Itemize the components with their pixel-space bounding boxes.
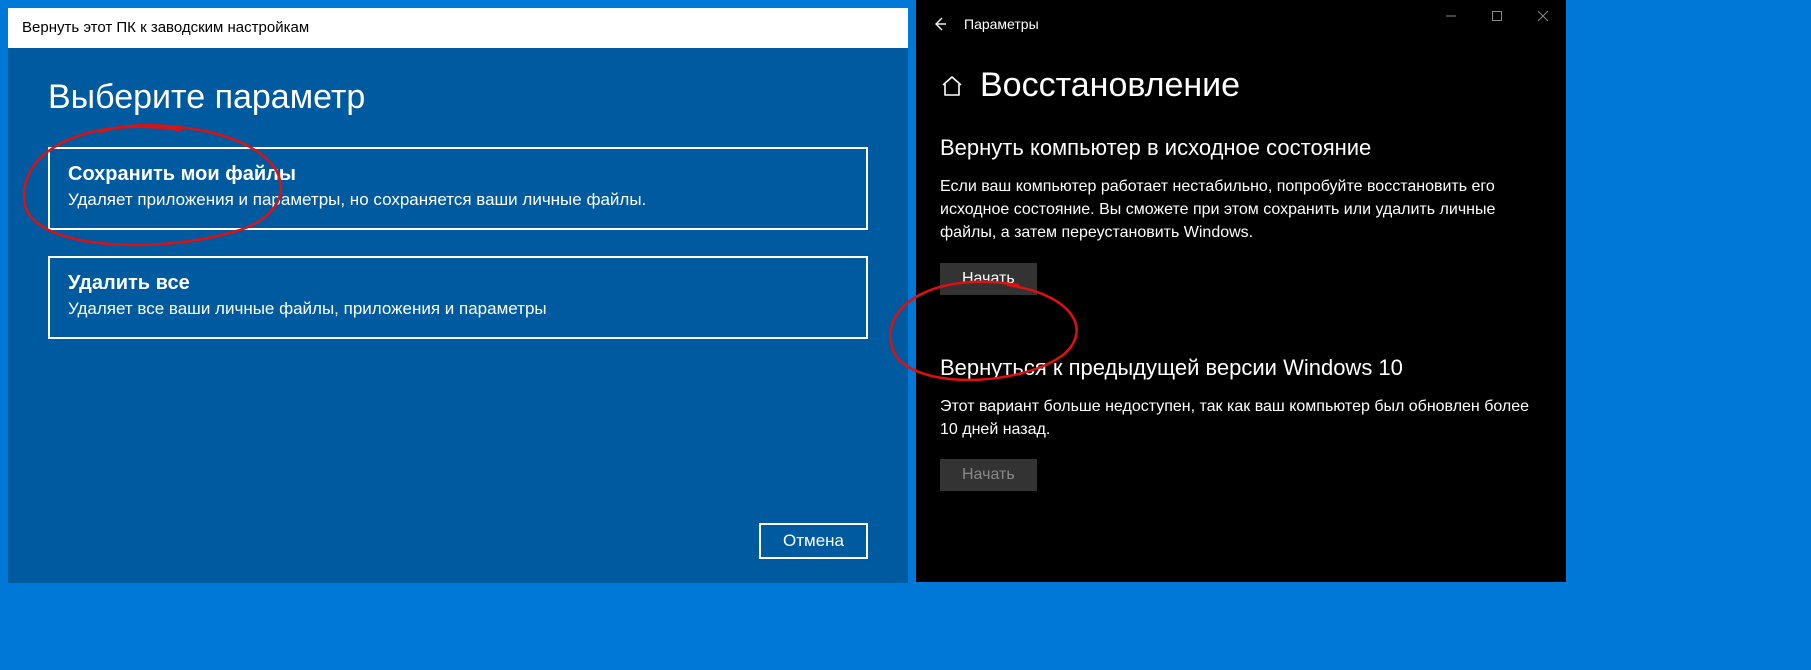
- settings-window: Параметры Восстановление Вернуть компьют…: [916, 0, 1566, 582]
- back-button[interactable]: [916, 0, 964, 48]
- settings-app-title: Параметры: [964, 16, 1039, 32]
- rollback-desc: Этот вариант больше недоступен, так как …: [940, 395, 1542, 441]
- page-heading: Восстановление: [940, 66, 1542, 105]
- settings-body: Восстановление Вернуть компьютер в исход…: [916, 66, 1566, 511]
- maximize-button[interactable]: [1474, 0, 1520, 32]
- rollback-title: Вернуться к предыдущей версии Windows 10: [940, 355, 1542, 381]
- minimize-button[interactable]: [1428, 0, 1474, 32]
- home-icon[interactable]: [940, 74, 964, 98]
- close-button[interactable]: [1520, 0, 1566, 32]
- reset-pc-start-button[interactable]: Начать: [940, 263, 1037, 295]
- recovery-heading: Восстановление: [980, 66, 1240, 105]
- back-arrow-icon: [932, 16, 948, 32]
- maximize-icon: [1491, 10, 1503, 22]
- rollback-section: Вернуться к предыдущей версии Windows 10…: [940, 355, 1542, 491]
- dialog-title: Вернуть этот ПК к заводским настройкам: [22, 19, 309, 36]
- reset-pc-desc: Если ваш компьютер работает нестабильно,…: [940, 175, 1542, 245]
- close-icon: [1537, 10, 1549, 22]
- cancel-button[interactable]: Отмена: [759, 523, 868, 559]
- window-controls: [1428, 0, 1566, 32]
- option-keep-files[interactable]: Сохранить мои файлы Удаляет приложения и…: [48, 147, 868, 230]
- option-keep-files-title: Сохранить мои файлы: [68, 163, 848, 186]
- minimize-icon: [1445, 10, 1457, 22]
- option-keep-files-desc: Удаляет приложения и параметры, но сохра…: [68, 190, 848, 210]
- option-remove-everything-title: Удалить все: [68, 272, 848, 295]
- option-remove-everything-desc: Удаляет все ваши личные файлы, приложени…: [68, 299, 848, 319]
- rollback-start-button: Начать: [940, 459, 1037, 491]
- dialog-footer: Отмена: [759, 523, 868, 559]
- reset-pc-title: Вернуть компьютер в исходное состояние: [940, 135, 1542, 161]
- reset-pc-dialog: Вернуть этот ПК к заводским настройкам В…: [8, 8, 908, 583]
- reset-pc-section: Вернуть компьютер в исходное состояние Е…: [940, 135, 1542, 295]
- dialog-titlebar[interactable]: Вернуть этот ПК к заводским настройкам: [8, 8, 908, 48]
- choose-option-heading: Выберите параметр: [48, 78, 868, 117]
- settings-titlebar[interactable]: Параметры: [916, 0, 1566, 48]
- dialog-content: Выберите параметр Сохранить мои файлы Уд…: [8, 48, 908, 375]
- option-remove-everything[interactable]: Удалить все Удаляет все ваши личные файл…: [48, 256, 868, 339]
